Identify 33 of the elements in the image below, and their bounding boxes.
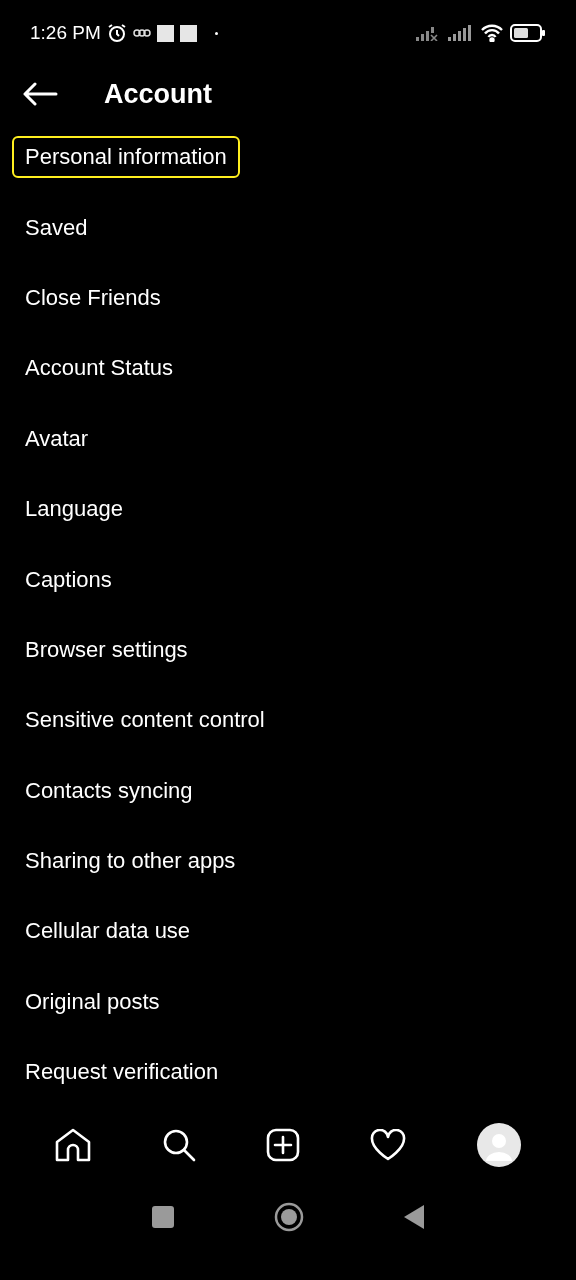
heart-icon[interactable] <box>370 1129 407 1162</box>
recents-icon[interactable] <box>152 1205 174 1228</box>
signal-icon <box>448 25 474 41</box>
menu-item[interactable]: Personal information <box>12 136 240 179</box>
home-icon[interactable] <box>55 1128 92 1163</box>
notification-square-icon <box>156 24 174 42</box>
menu-item[interactable]: Contacts syncing <box>12 769 206 812</box>
menu-item[interactable]: Sensitive content control <box>12 699 278 742</box>
page-title: Account <box>104 78 212 110</box>
home-circle-icon[interactable] <box>274 1201 304 1232</box>
menu-item[interactable]: Sharing to other apps <box>12 840 249 883</box>
back-triangle-icon[interactable] <box>404 1204 424 1229</box>
back-arrow-icon[interactable] <box>22 82 58 106</box>
profile-avatar-icon[interactable] <box>476 1123 521 1168</box>
add-post-icon[interactable] <box>265 1128 300 1163</box>
menu-item[interactable]: Language <box>12 488 136 531</box>
menu-item[interactable]: Account Status <box>12 347 186 390</box>
menu-item[interactable]: Saved <box>12 206 101 249</box>
menu-item[interactable]: Avatar <box>12 417 102 460</box>
menu-item[interactable]: Original posts <box>12 980 173 1023</box>
menu-item[interactable]: Browser settings <box>12 628 201 671</box>
alarm-clock-icon <box>106 23 127 43</box>
dot-icon <box>214 31 218 35</box>
menu-item[interactable]: Cellular data use <box>12 910 204 953</box>
menu-item[interactable]: Close Friends <box>12 276 174 319</box>
notification-icon <box>132 28 151 38</box>
status-time: 1:26 PM <box>30 22 101 44</box>
menu-item[interactable]: Captions <box>12 558 125 601</box>
battery-icon <box>510 24 546 42</box>
menu-item[interactable]: Request verification <box>12 1051 232 1094</box>
wifi-icon <box>480 24 504 42</box>
notification-square-icon <box>179 24 197 42</box>
search-icon[interactable] <box>161 1128 196 1163</box>
